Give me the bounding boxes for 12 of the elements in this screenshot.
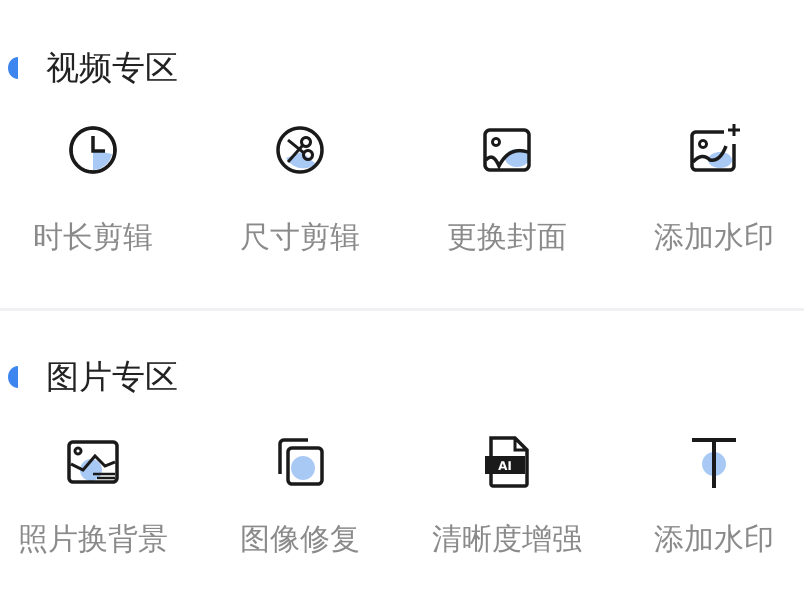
tool-label[interactable]: 时长剪辑 (33, 218, 153, 258)
tool-label[interactable]: 添加水印 (654, 520, 774, 560)
tool-label[interactable]: 图像修复 (240, 520, 360, 560)
tool-label[interactable]: 添加水印 (654, 218, 774, 258)
tool-label[interactable]: 尺寸剪辑 (240, 218, 360, 258)
tool-label[interactable]: 更换封面 (447, 218, 567, 258)
tool-label[interactable]: 照片换背景 (18, 520, 168, 560)
marker-icon (8, 366, 18, 388)
section-title: 视频专区 (46, 47, 178, 89)
section-title: 图片专区 (46, 356, 178, 398)
marker-icon (8, 57, 18, 79)
tool-label[interactable]: 清晰度增强 (432, 520, 582, 560)
